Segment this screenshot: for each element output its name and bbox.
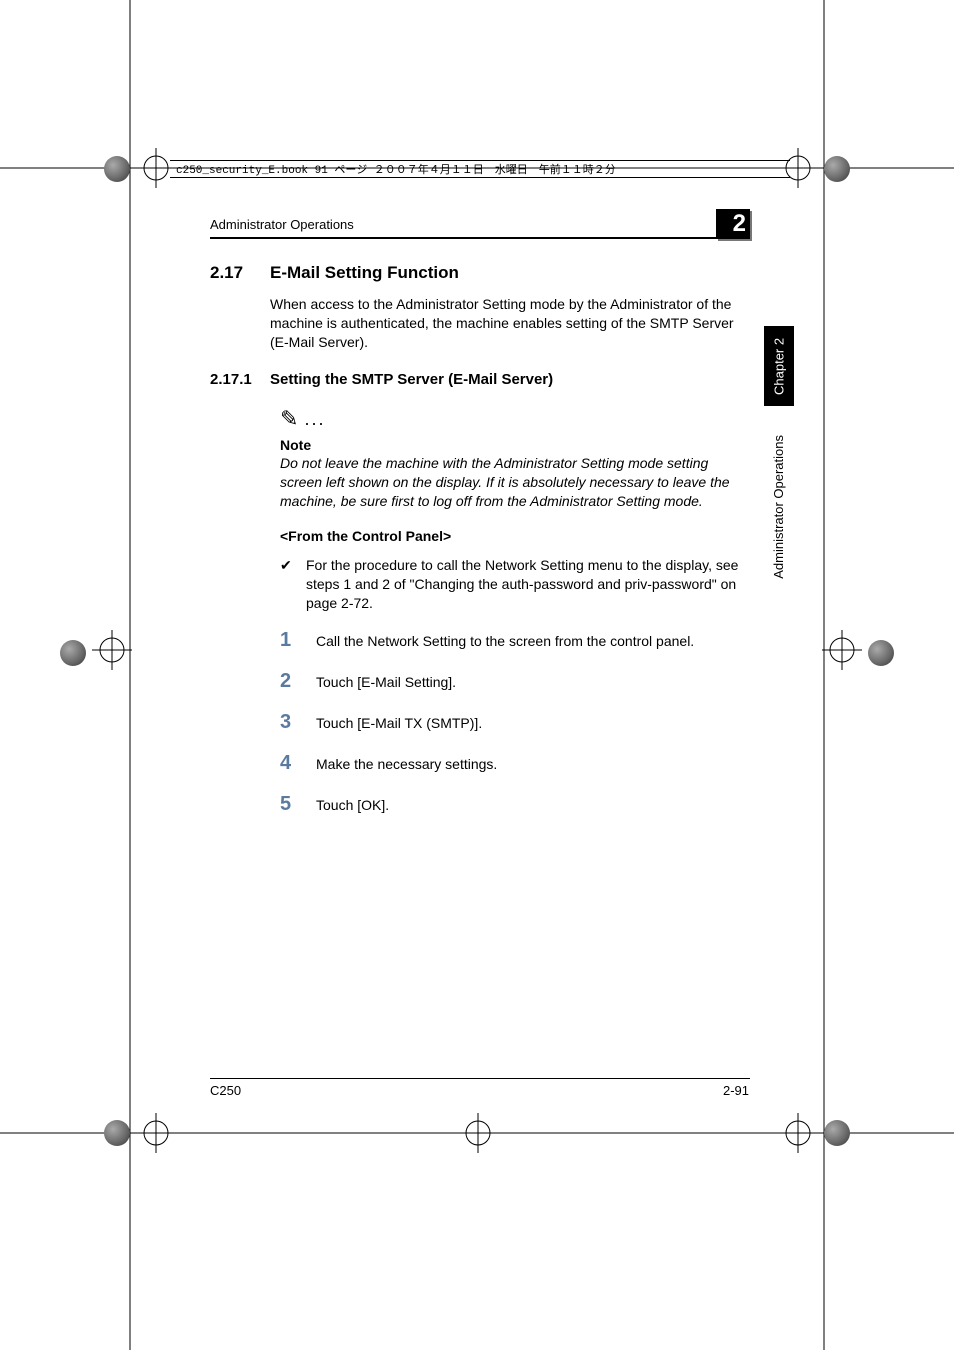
reg-dot [104,1120,130,1146]
step-row: 3 Touch [E-Mail TX (SMTP)]. [280,709,740,736]
section-number: 2.17 [210,262,270,285]
reg-target [458,1113,498,1153]
reg-dot [104,156,130,182]
reg-dot [824,1120,850,1146]
reg-target [822,630,862,670]
step-text: Touch [E-Mail TX (SMTP)]. [316,714,740,733]
page-content: 2.17E-Mail Setting Function When access … [210,262,740,832]
section-title: E-Mail Setting Function [270,263,459,282]
subsection-number: 2.17.1 [210,370,270,390]
check-icon: ✔ [280,556,306,613]
book-slug-text: c250_security_E.book 91 ページ ２００７年４月１１日 水… [176,161,616,177]
note-body: Do not leave the machine with the Admini… [280,454,740,511]
side-tab-chapter: Chapter 2 [764,326,794,406]
step-number: 3 [280,709,316,736]
check-item: ✔ For the procedure to call the Network … [280,556,740,613]
step-row: 1 Call the Network Setting to the screen… [280,627,740,654]
subsection-heading: 2.17.1Setting the SMTP Server (E-Mail Se… [210,370,740,390]
step-number: 5 [280,791,316,818]
note-dots: ... [304,407,325,431]
panel-subhead: <From the Control Panel> [280,527,740,546]
reg-target [778,1113,818,1153]
footer-rule [210,1078,750,1079]
section-intro: When access to the Administrator Setting… [270,295,740,352]
step-number: 1 [280,627,316,654]
note-icon: ✎ [280,404,298,434]
step-number: 4 [280,750,316,777]
step-row: 4 Make the necessary settings. [280,750,740,777]
step-text: Call the Network Setting to the screen f… [316,632,740,651]
header-rule [210,237,750,239]
reg-target [92,630,132,670]
step-text: Make the necessary settings. [316,755,740,774]
footer-page: 2-91 [723,1083,749,1098]
note-block: ✎ ... Note Do not leave the machine with… [280,404,740,511]
step-text: Touch [OK]. [316,796,740,815]
side-tab-title: Administrator Operations [771,435,786,579]
step-row: 5 Touch [OK]. [280,791,740,818]
book-slug-strip: c250_security_E.book 91 ページ ２００７年４月１１日 水… [170,160,790,178]
footer-model: C250 [210,1083,241,1098]
reg-dot [60,640,86,666]
step-number: 2 [280,668,316,695]
subsection-title: Setting the SMTP Server (E-Mail Server) [270,371,553,388]
reg-target [136,1113,176,1153]
running-head: Administrator Operations [210,217,354,232]
step-text: Touch [E-Mail Setting]. [316,673,740,692]
chapter-number-box: 2 [716,209,750,239]
section-heading: 2.17E-Mail Setting Function [210,262,740,285]
step-row: 2 Touch [E-Mail Setting]. [280,668,740,695]
reg-dot [868,640,894,666]
check-text: For the procedure to call the Network Se… [306,556,740,613]
note-label: Note [280,436,740,455]
reg-dot [824,156,850,182]
